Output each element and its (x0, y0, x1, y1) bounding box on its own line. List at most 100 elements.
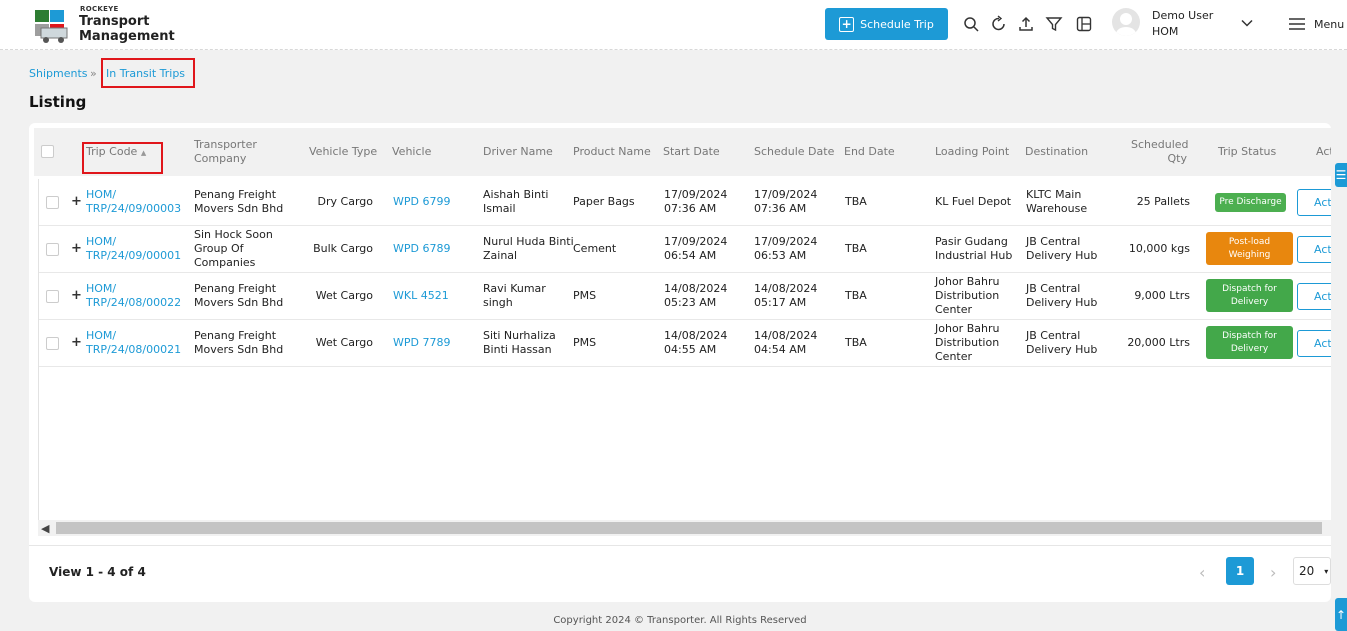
horizontal-scrollbar[interactable]: ◀ (38, 520, 1331, 536)
pagination-next-icon[interactable]: › (1270, 563, 1276, 582)
loading-point: Johor Bahru Distribution Center (935, 275, 1000, 316)
status-badge: Dispatch for Delivery (1206, 326, 1293, 359)
row-checkbox[interactable] (46, 290, 59, 303)
table-body: + HOM/TRP/24/09/00003 Penang Freight Move… (38, 179, 1331, 520)
breadcrumb-shipments[interactable]: Shipments (29, 67, 88, 80)
column-scheduled-qty[interactable]: Scheduled Qty (1131, 138, 1189, 166)
column-vehicle-type[interactable]: Vehicle Type (309, 145, 377, 159)
schedule-date: 17/09/2024 07:36 AM (754, 188, 818, 215)
start-date: 14/08/2024 04:55 AM (664, 329, 728, 356)
destination: JB Central Delivery Hub (1026, 282, 1098, 309)
scheduled-qty: 25 Pallets (1136, 195, 1190, 208)
status-badge: Pre Discharge (1215, 193, 1286, 212)
trip-code-link[interactable]: HOM/TRP/24/09/00001 (86, 235, 181, 263)
vehicle-type: Wet Cargo (315, 289, 373, 302)
column-trip-status[interactable]: Trip Status (1218, 145, 1276, 159)
vehicle-type: Dry Cargo (317, 195, 373, 208)
table-header: Trip Code ▲ Transporter Company Vehicle … (34, 128, 1331, 176)
user-name[interactable]: Demo User (1152, 9, 1213, 22)
upload-icon[interactable] (1017, 15, 1035, 33)
start-date: 14/08/2024 05:23 AM (664, 282, 728, 309)
end-date: TBA (845, 336, 867, 349)
vehicle-link[interactable]: WKL 4521 (393, 289, 449, 303)
vehicle-type: Wet Cargo (315, 336, 373, 349)
row-checkbox[interactable] (46, 243, 59, 256)
expand-row-icon[interactable]: + (71, 335, 82, 350)
expand-row-icon[interactable]: + (71, 194, 82, 209)
column-trip-code-label: Trip Code (86, 145, 138, 158)
schedule-trip-label: Schedule Trip (860, 17, 934, 31)
column-loading-point[interactable]: Loading Point (935, 145, 1009, 159)
action-button[interactable]: Action (1297, 330, 1331, 357)
chevron-down-icon[interactable] (1240, 16, 1254, 30)
select-all-checkbox[interactable] (41, 145, 54, 158)
end-date: TBA (845, 289, 867, 302)
column-scheduled-label-1: Scheduled (1131, 138, 1189, 151)
trip-code-link[interactable]: HOM/TRP/24/08/00022 (86, 282, 181, 310)
search-icon[interactable] (962, 15, 980, 33)
loading-point: Pasir Gudang Industrial Hub (935, 235, 1013, 262)
scroll-left-icon[interactable]: ◀ (41, 522, 49, 535)
vehicle-type: Bulk Cargo (313, 242, 373, 255)
side-scroll-top-icon[interactable]: ↑ (1335, 598, 1347, 631)
column-action[interactable]: Action (1316, 145, 1331, 159)
status-badge: Post-load Weighing (1206, 232, 1293, 265)
column-driver-name[interactable]: Driver Name (483, 145, 553, 159)
sort-icon[interactable]: ▲ (141, 149, 146, 157)
column-schedule-date[interactable]: Schedule Date (754, 145, 834, 159)
breadcrumb-in-transit-trips[interactable]: In Transit Trips (106, 67, 185, 80)
end-date: TBA (845, 242, 867, 255)
columns-icon[interactable] (1075, 15, 1093, 33)
table-row: + HOM/TRP/24/09/00003 Penang Freight Move… (39, 179, 1331, 226)
breadcrumb-separator: » (90, 67, 97, 80)
brand-company: ROCKEYE (80, 5, 119, 13)
column-trip-code[interactable]: Trip Code ▲ (86, 145, 146, 160)
driver-name: Siti Nurhaliza Binti Hassan (483, 329, 556, 356)
expand-row-icon[interactable]: + (71, 241, 82, 256)
driver-name: Ravi Kumar singh (483, 282, 546, 309)
trip-code-link[interactable]: HOM/TRP/24/09/00003 (86, 188, 181, 216)
product-name: Paper Bags (573, 195, 635, 208)
column-transporter-company[interactable]: Transporter Company (194, 138, 257, 166)
column-transporter-label-2: Company (194, 152, 247, 165)
schedule-date: 14/08/2024 04:54 AM (754, 329, 818, 356)
column-end-date[interactable]: End Date (844, 145, 895, 159)
action-button[interactable]: Action (1297, 189, 1331, 216)
scrollbar-thumb[interactable] (56, 522, 1322, 534)
vehicle-link[interactable]: WPD 7789 (393, 336, 450, 350)
side-panel-toggle-icon[interactable]: ☰ (1335, 163, 1347, 187)
scheduled-qty: 9,000 Ltrs (1134, 289, 1190, 302)
trip-code-link[interactable]: HOM/TRP/24/08/00021 (86, 329, 181, 357)
column-vehicle[interactable]: Vehicle (392, 145, 431, 159)
table-row: + HOM/TRP/24/08/00021 Penang Freight Move… (39, 320, 1331, 367)
chevron-down-icon: ▾ (1324, 566, 1329, 576)
menu-label[interactable]: Menu (1314, 18, 1344, 31)
column-transporter-label-1: Transporter (194, 138, 257, 151)
user-org: HOM (1152, 25, 1179, 38)
column-scheduled-label-2: Qty (1167, 152, 1187, 165)
vehicle-link[interactable]: WPD 6799 (393, 195, 450, 209)
user-silhouette-icon (1116, 13, 1136, 36)
column-product-name[interactable]: Product Name (573, 145, 651, 159)
action-button[interactable]: Action (1297, 283, 1331, 310)
transport-logo-icon[interactable] (33, 6, 73, 44)
filter-icon[interactable] (1045, 15, 1063, 33)
column-start-date[interactable]: Start Date (663, 145, 720, 159)
schedule-trip-button[interactable]: + Schedule Trip (825, 8, 948, 40)
row-checkbox[interactable] (46, 196, 59, 209)
vehicle-link[interactable]: WPD 6789 (393, 242, 450, 256)
page-size-select[interactable]: 20 ▾ (1293, 557, 1331, 585)
row-checkbox[interactable] (46, 337, 59, 350)
top-header: ROCKEYE Transport Management + Schedule … (0, 0, 1347, 50)
hamburger-icon[interactable] (1288, 16, 1306, 32)
pagination-page-button[interactable]: 1 (1226, 557, 1254, 585)
column-destination[interactable]: Destination (1025, 145, 1088, 159)
refresh-icon[interactable] (990, 15, 1008, 33)
pagination-prev-icon[interactable]: ‹ (1199, 563, 1205, 582)
action-button[interactable]: Action (1297, 236, 1331, 263)
transporter-company: Penang Freight Movers Sdn Bhd (194, 329, 284, 356)
expand-row-icon[interactable]: + (71, 288, 82, 303)
user-avatar[interactable] (1112, 8, 1140, 36)
page-title: Listing (29, 93, 87, 111)
driver-name: Nurul Huda Binti Zainal (483, 235, 574, 262)
